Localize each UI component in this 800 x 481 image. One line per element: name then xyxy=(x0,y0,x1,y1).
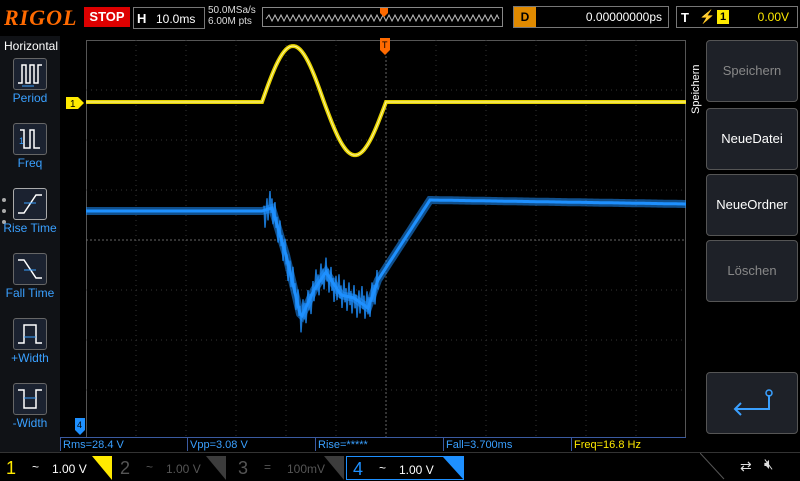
measurement-text: Fall=3.700ms xyxy=(446,439,513,451)
new-file-button[interactable]: NeueDatei xyxy=(706,108,798,170)
menu-item-label: Rise Time xyxy=(3,221,57,235)
ch4-marker[interactable]: 4 xyxy=(74,418,86,436)
right-menu-title-text: Speichern xyxy=(690,64,702,114)
measurement-fall[interactable]: Fall=3.700ms xyxy=(443,437,571,451)
usb-icon: ⇄ xyxy=(740,458,752,474)
pos-width-icon xyxy=(13,318,47,350)
new-folder-button[interactable]: NeueOrdner xyxy=(706,174,798,236)
waveform-display[interactable] xyxy=(86,40,686,440)
trigger-time-marker: T xyxy=(380,38,390,55)
ch1-marker-label: 1 xyxy=(70,99,76,110)
timebase-box[interactable]: H 10.0ms xyxy=(133,7,205,29)
channel-scale: 1.00 V xyxy=(399,463,434,477)
timebase-value: 10.0ms xyxy=(156,12,196,26)
memory-depth: 6.00M pts xyxy=(208,16,252,27)
menu-item-pos-width[interactable]: +Width xyxy=(0,318,60,378)
save-menu: Speichern Speichern NeueDatei NeueOrdner… xyxy=(686,36,800,452)
horizontal-label: H xyxy=(137,11,147,26)
measurement-text: Rise=***** xyxy=(318,439,368,451)
menu-item-freq[interactable]: 1 Freq xyxy=(0,123,60,183)
sample-rate: 50.0MSa/s xyxy=(208,5,256,16)
top-status-bar: RIGOL STOP H 10.0ms 50.0MSa/s 6.00M pts … xyxy=(0,0,800,36)
menu-item-label: Freq xyxy=(17,156,43,170)
channel-1-box[interactable]: 1 ~ 1.00 V xyxy=(0,456,112,480)
button-label: NeueOrdner xyxy=(716,197,788,212)
measurement-bar: Rms=28.4 V Vpp=3.08 V Rise=***** Fall=3.… xyxy=(60,437,686,452)
bottom-bar-divider xyxy=(700,453,725,480)
speaker-muted-icon[interactable]: 🔇︎ xyxy=(764,456,773,473)
brand-logo: RIGOL xyxy=(4,5,78,30)
button-label: NeueDatei xyxy=(721,131,783,146)
back-button[interactable] xyxy=(706,372,798,434)
speichern-button[interactable]: Speichern xyxy=(706,40,798,102)
channel-bar: 1 ~ 1.00 V 2 ~ 1.00 V 3 = 100mV 4 ~ 1.00… xyxy=(0,452,800,481)
measurement-text: Vpp=3.08 V xyxy=(190,439,248,451)
channel-4-box[interactable]: 4 ~ 1.00 V xyxy=(346,456,464,480)
channel-2-box[interactable]: 2 ~ 1.00 V xyxy=(114,456,226,480)
ch1-offset-marker[interactable]: 1 xyxy=(66,95,86,111)
measurement-text: Freq=16.8 Hz xyxy=(574,439,641,451)
acquisition-info: 50.0MSa/s 6.00M pts xyxy=(208,5,256,27)
rising-edge-icon: ⚡ xyxy=(699,9,716,24)
neg-width-icon xyxy=(13,383,47,415)
channel-number: 1 xyxy=(6,458,17,478)
freq-icon: 1 xyxy=(13,123,47,155)
coupling-icon: ~ xyxy=(32,460,40,474)
measurement-vpp[interactable]: Vpp=3.08 V xyxy=(187,437,315,451)
menu-item-label: Fall Time xyxy=(5,286,55,300)
measurement-rise[interactable]: Rise=***** xyxy=(315,437,443,451)
channel-scale: 100mV xyxy=(287,462,326,476)
trigger-label: T xyxy=(681,10,689,25)
menu-item-label: Period xyxy=(12,91,48,105)
delay-value: 0.00000000ps xyxy=(585,10,662,24)
channel-scale: 1.00 V xyxy=(52,462,87,476)
run-stop-indicator[interactable]: STOP xyxy=(84,7,130,27)
menu-item-period[interactable]: Period xyxy=(0,58,60,118)
menu-item-fall-time[interactable]: Fall Time xyxy=(0,253,60,313)
channel-number: 4 xyxy=(353,459,364,479)
measurement-rms[interactable]: Rms=28.4 V xyxy=(60,437,187,451)
channel-scale: 1.00 V xyxy=(166,462,201,476)
channel-number: 3 xyxy=(238,458,249,478)
channel-3-box[interactable]: 3 = 100mV xyxy=(232,456,344,480)
trigger-position-marker xyxy=(380,8,388,17)
delete-button[interactable]: Löschen xyxy=(706,240,798,302)
right-menu-title: Speichern xyxy=(688,44,704,114)
memory-overview-waveform xyxy=(265,8,500,23)
ch1-waveform xyxy=(86,44,686,158)
coupling-icon: ~ xyxy=(146,460,154,474)
trigger-marker-label: T xyxy=(382,40,388,50)
button-label: Speichern xyxy=(722,63,782,78)
delay-box[interactable]: D 0.00000000ps xyxy=(513,6,669,28)
coupling-icon: ~ xyxy=(379,461,387,475)
measurement-text: Rms=28.4 V xyxy=(63,439,124,451)
menu-item-label: +Width xyxy=(11,351,49,365)
ch4-marker-label: 4 xyxy=(77,420,82,430)
trigger-box[interactable]: T ⚡ 1 0.00V xyxy=(676,6,798,28)
measurement-freq[interactable]: Freq=16.8 Hz xyxy=(571,437,686,451)
delay-label: D xyxy=(514,7,536,27)
trigger-level: 0.00V xyxy=(757,10,789,24)
left-menu-title: Horizontal xyxy=(4,39,59,53)
trigger-source: 1 xyxy=(717,10,729,24)
menu-item-label: -Width xyxy=(12,416,48,430)
svg-text:1: 1 xyxy=(19,136,24,146)
return-arrow-icon xyxy=(733,389,773,416)
memory-overview xyxy=(262,7,503,27)
button-label: Löschen xyxy=(727,263,777,278)
rise-time-icon xyxy=(13,188,47,220)
coupling-icon: = xyxy=(264,460,272,474)
menu-item-rise-time[interactable]: Rise Time xyxy=(0,188,60,248)
horizontal-measure-menu: Horizontal Period 1 Freq Rise Time Fall … xyxy=(0,36,60,452)
channel-number: 2 xyxy=(120,458,131,478)
period-icon xyxy=(13,58,47,90)
fall-time-icon xyxy=(13,253,47,285)
menu-item-neg-width[interactable]: -Width xyxy=(0,383,60,443)
